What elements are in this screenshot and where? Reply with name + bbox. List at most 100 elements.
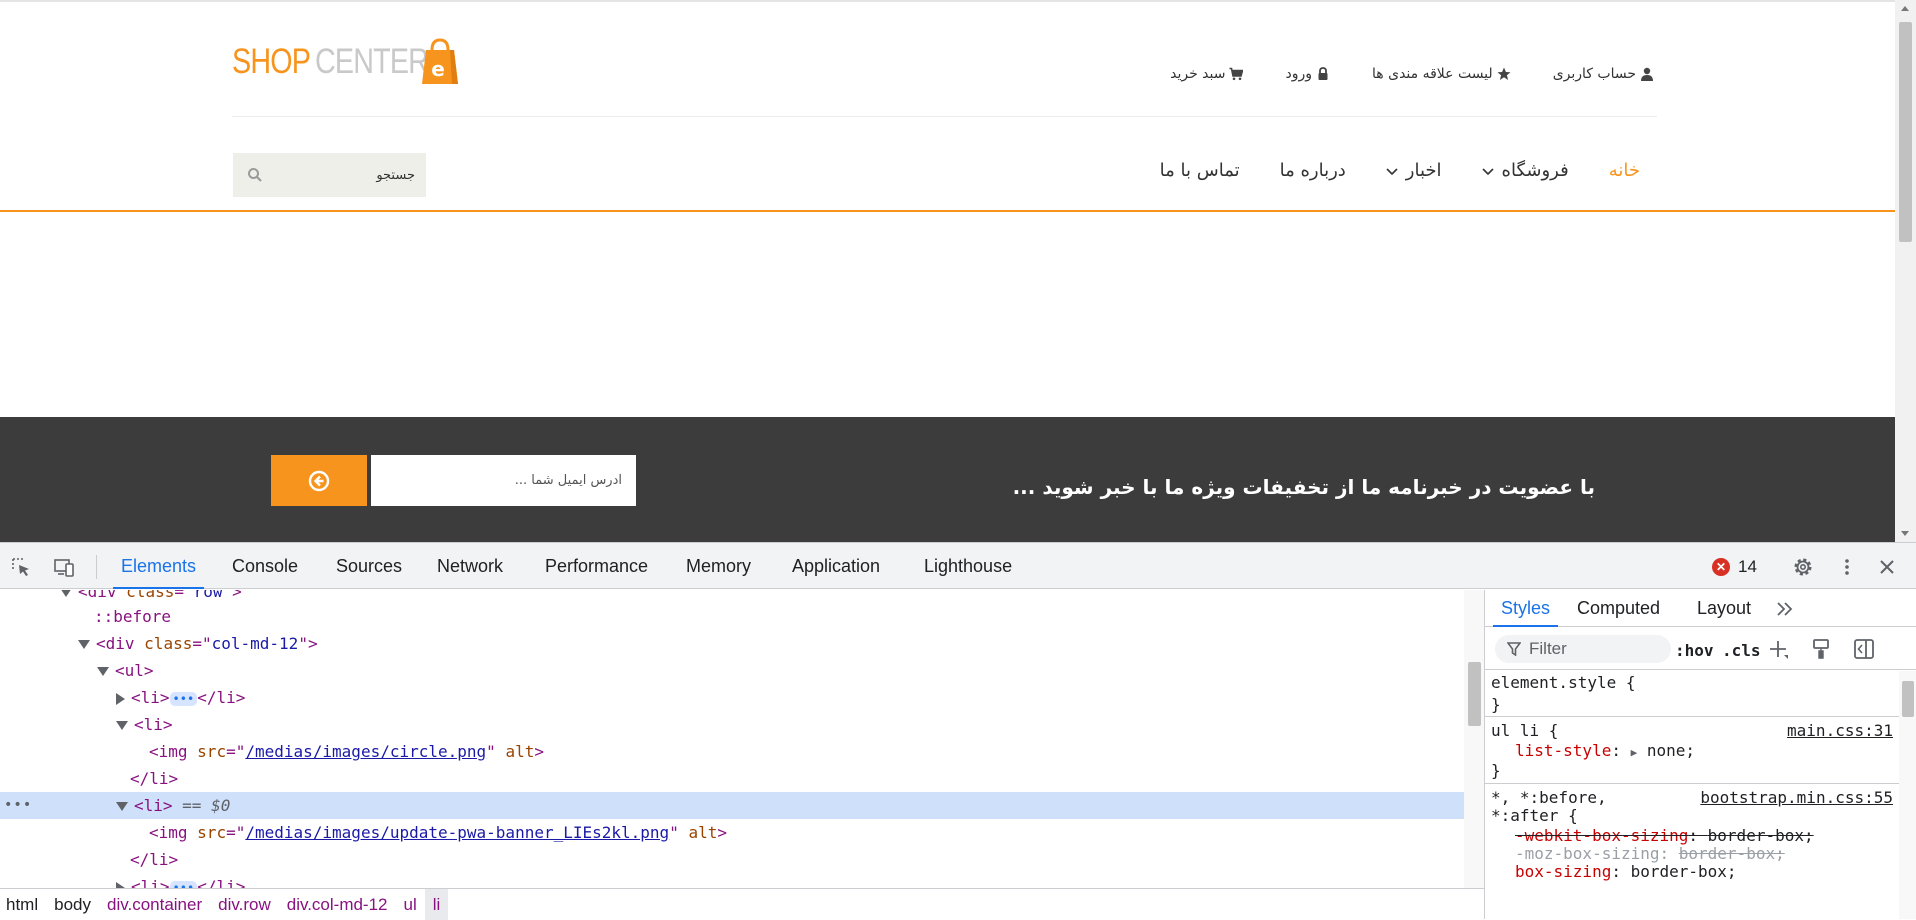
dom-line-img-banner[interactable]: <img src="/medias/images/update-pwa-bann…	[0, 819, 1464, 846]
nav-home[interactable]: خانه	[1609, 160, 1640, 181]
search-input[interactable]	[275, 161, 415, 189]
lock-icon	[1318, 67, 1328, 80]
more-tabs-chevron-icon[interactable]	[1775, 600, 1795, 618]
cls-toggle[interactable]: .cls	[1722, 641, 1761, 660]
newsletter-submit-button[interactable]	[271, 455, 367, 506]
nav-shop[interactable]: فروشگاه	[1481, 160, 1569, 181]
toolbar-separator	[96, 555, 97, 579]
search-icon[interactable]	[247, 167, 263, 183]
dom-line-li-close-2[interactable]: </li>	[0, 846, 1464, 873]
tab-application[interactable]: Application	[792, 543, 880, 589]
more-options-icon[interactable]	[1836, 556, 1858, 578]
crumb-li[interactable]: li	[424, 888, 449, 920]
expand-ellipsis[interactable]: •••	[169, 691, 198, 706]
settings-gear-icon[interactable]	[1792, 556, 1814, 578]
hov-toggle[interactable]: :hov	[1675, 641, 1714, 660]
scroll-up-arrow[interactable]	[1901, 6, 1909, 11]
user-icon	[1641, 67, 1653, 81]
newsletter-email-input[interactable]	[371, 455, 636, 506]
dom-tree-scrollbar[interactable]	[1464, 590, 1484, 888]
page-scrollbar-thumb[interactable]	[1899, 22, 1912, 242]
rule-ul-li-declaration[interactable]: list-style: ▶ none;	[1491, 740, 1695, 762]
crumb-div-col[interactable]: div.col-md-12	[279, 889, 396, 920]
styles-scrollbar[interactable]	[1899, 671, 1916, 919]
dom-img-circle-src[interactable]: /medias/images/circle.png	[245, 742, 486, 761]
dom-line-before[interactable]: ::before	[0, 603, 1464, 630]
cart-link[interactable]: سبد خرید	[1170, 66, 1244, 82]
selected-node-dots[interactable]: •••	[4, 792, 32, 819]
nav-accent-line	[0, 210, 1895, 212]
toggle-sidebar-icon[interactable]	[1853, 638, 1875, 660]
tab-memory[interactable]: Memory	[686, 543, 751, 589]
dom-col-class: col-md-12	[211, 634, 299, 653]
rule-universal-selector-2: *:after {	[1491, 806, 1578, 825]
crumb-body[interactable]: body	[46, 889, 99, 920]
dom-tree-scrollbar-thumb[interactable]	[1468, 662, 1481, 726]
devtools-tab-bar: Elements Console Sources Network Perform…	[0, 543, 1916, 589]
tab-performance[interactable]: Performance	[545, 543, 648, 589]
login-link-label: ورود	[1285, 66, 1313, 82]
nav-news-label: اخبار	[1405, 160, 1442, 181]
dom-line-img-circle[interactable]: <img src="/medias/images/circle.png" alt…	[0, 738, 1464, 765]
prop-value: border-box;	[1630, 862, 1737, 881]
shop-center-logo[interactable]: SHOP CENTER e	[232, 36, 458, 88]
page-scrollbar[interactable]	[1895, 0, 1916, 542]
prop-name: list-style	[1515, 741, 1612, 760]
styles-scrollbar-thumb[interactable]	[1902, 681, 1914, 717]
styles-filter-input[interactable]: Filter	[1495, 635, 1671, 663]
tab-computed[interactable]: Computed	[1577, 590, 1660, 627]
tab-sources[interactable]: Sources	[336, 543, 402, 589]
dom-line-col[interactable]: <div class="col-md-12">	[0, 630, 1464, 657]
tab-styles[interactable]: Styles	[1492, 590, 1559, 627]
nav-news[interactable]: اخبار	[1386, 160, 1442, 181]
device-toolbar-icon[interactable]	[53, 556, 75, 578]
logo-badge-letter: e	[431, 57, 445, 81]
new-style-rule-icon[interactable]	[1767, 638, 1789, 660]
dom-img-banner-src[interactable]: /medias/images/update-pwa-banner_LIEs2kl…	[245, 823, 669, 842]
tab-console[interactable]: Console	[232, 543, 298, 589]
circle-arrow-icon	[308, 470, 330, 491]
rule-universal-decl-box[interactable]: box-sizing: border-box;	[1491, 861, 1737, 883]
dom-line-li-collapsed[interactable]: <li> ••• </li>	[0, 684, 1464, 711]
rule-ul-li-selector: ul li {	[1491, 721, 1559, 740]
styles-pane: Styles Computed Layout Filter :hov .cls …	[1484, 590, 1916, 919]
rule-universal-source-link[interactable]: bootstrap.min.css:55	[1700, 787, 1893, 809]
nav-about[interactable]: درباره ما	[1280, 160, 1346, 181]
crumb-div-row[interactable]: div.row	[210, 889, 279, 920]
paint-brush-icon[interactable]	[1810, 638, 1832, 660]
rule-universal[interactable]: *, *:before, bootstrap.min.css:55 *:afte…	[1485, 785, 1899, 919]
expand-ellipsis[interactable]: •••	[169, 880, 198, 888]
tab-layout[interactable]: Layout	[1697, 590, 1751, 627]
rule-ul-li[interactable]: ul li { main.css:31 list-style: ▶ none; …	[1485, 718, 1899, 784]
tab-elements[interactable]: Elements	[112, 543, 205, 589]
dom-line-li-next[interactable]: <li> ••• </li>	[0, 873, 1464, 888]
tab-network[interactable]: Network	[437, 543, 503, 589]
crumb-ul[interactable]: ul	[396, 889, 425, 920]
dom-tree: <div class="row"> ::before <div class="c…	[0, 590, 1464, 888]
inspect-element-icon[interactable]	[10, 556, 32, 578]
tab-lighthouse[interactable]: Lighthouse	[924, 543, 1012, 589]
rule-element-style[interactable]: element.style { }	[1485, 671, 1899, 717]
expand-triangle-icon[interactable]: ▶	[1631, 746, 1638, 759]
nav-contact[interactable]: تماس با ما	[1160, 160, 1240, 181]
login-link[interactable]: ورود	[1285, 66, 1330, 82]
rule-ul-li-source-link[interactable]: main.css:31	[1787, 720, 1893, 742]
dom-line-ul[interactable]: <ul>	[0, 657, 1464, 684]
wishlist-link[interactable]: لیست علاقه مندی ها	[1372, 66, 1511, 82]
search-box	[233, 153, 426, 197]
newsletter-text: با عضویت در خبرنامه ما از تخفیفات ویژه م…	[1012, 475, 1595, 499]
cart-link-label: سبد خرید	[1170, 66, 1226, 82]
dom-line-li-close[interactable]: </li>	[0, 765, 1464, 792]
logo-text-center: CENTER	[315, 42, 429, 81]
header-top-links: حساب کاربری لیست علاقه مندی ها ورود سبد …	[1170, 66, 1654, 82]
scroll-down-arrow[interactable]	[1901, 531, 1909, 536]
close-icon[interactable]	[1876, 556, 1898, 578]
dom-line-li-open[interactable]: <li>	[0, 711, 1464, 738]
crumb-div-container[interactable]: div.container	[99, 889, 210, 920]
main-navigation: خانه فروشگاه اخبار درباره ما تماس با ما	[1160, 160, 1640, 181]
account-link[interactable]: حساب کاربری	[1553, 66, 1654, 82]
elements-breadcrumb: html body div.container div.row div.col-…	[0, 888, 1484, 920]
error-counter[interactable]: ✕ 14	[1712, 557, 1757, 577]
dom-line-li-selected[interactable]: ••• <li> == $0	[0, 792, 1464, 819]
crumb-html[interactable]: html	[0, 889, 46, 920]
